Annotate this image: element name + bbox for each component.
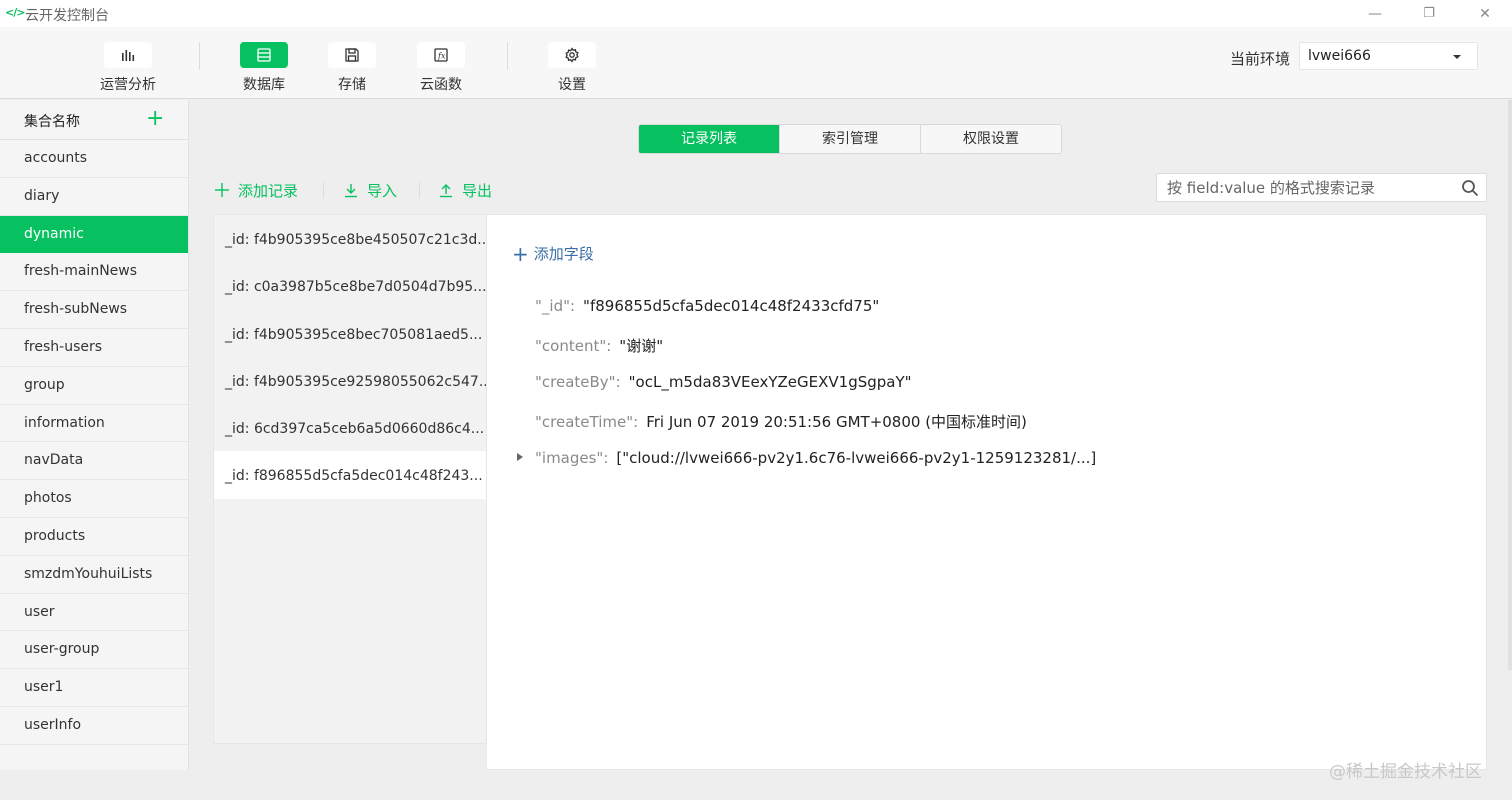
- expand-arrow-icon[interactable]: [517, 453, 523, 461]
- toolbar-item-label: 设置: [558, 77, 586, 93]
- record-item-selected[interactable]: _id: f896855d5cfa5dec014c48f243...: [214, 451, 486, 499]
- sidebar-item-userinfo[interactable]: userInfo: [0, 707, 188, 745]
- toolbar-item-label: 云函数: [420, 77, 462, 93]
- sidebar-item-dynamic[interactable]: dynamic: [0, 215, 188, 254]
- sidebar-item-fresh-subnews[interactable]: fresh-subNews: [0, 291, 188, 329]
- add-field-label: 添加字段: [533, 245, 594, 263]
- watermark: @稀土掘金技术社区: [1329, 762, 1482, 782]
- field-value: Fri Jun 07 2019 20:51:56 GMT+0800 (中国标准时…: [646, 413, 1027, 431]
- sidebar-item-photos[interactable]: photos: [0, 480, 188, 518]
- collection-sidebar: 集合名称 + accounts diary dynamic fresh-main…: [0, 100, 189, 770]
- toolbar-item-analytics[interactable]: 运营分析: [88, 27, 168, 99]
- record-item[interactable]: _id: c0a3987b5ce8be7d0504d7b95...: [214, 262, 486, 309]
- sidebar-item-fresh-mainnews[interactable]: fresh-mainNews: [0, 253, 188, 292]
- sidebar-item-products[interactable]: products: [0, 518, 188, 556]
- close-button[interactable]: ✕: [1462, 0, 1508, 27]
- field-row-content[interactable]: "content": "谢谢": [535, 335, 663, 356]
- minimize-button[interactable]: —: [1352, 0, 1398, 27]
- toolbar-item-label: 数据库: [243, 77, 285, 93]
- record-detail: + 添加字段 "_id": "f896855d5cfa5dec014c48f243…: [487, 214, 1487, 770]
- field-row-createby[interactable]: "createBy": "ocL_m5da83VEexYZeGEXV1gSgpaY…: [535, 373, 912, 391]
- database-icon: [240, 42, 288, 68]
- chevron-down-icon: [1453, 55, 1461, 59]
- field-row-createtime[interactable]: "createTime": Fri Jun 07 2019 20:51:56 GM…: [535, 411, 1027, 432]
- vertical-scrollbar[interactable]: [1508, 100, 1512, 670]
- env-label: 当前环境: [1230, 50, 1291, 68]
- tab-permissions[interactable]: 权限设置: [920, 125, 1061, 153]
- sidebar-item-group[interactable]: group: [0, 367, 188, 405]
- export-label: 导出: [462, 181, 493, 200]
- plus-icon: [215, 183, 229, 197]
- restore-button[interactable]: ❐: [1406, 0, 1452, 27]
- add-record-label: 添加记录: [238, 181, 299, 200]
- action-divider: [323, 182, 324, 198]
- field-key: "content":: [535, 337, 612, 355]
- field-key: "_id":: [535, 297, 576, 315]
- sidebar-item-smzdmyouhuilists[interactable]: smzdmYouhuiLists: [0, 556, 188, 594]
- add-field-button[interactable]: + 添加字段: [512, 243, 594, 264]
- sidebar-item-accounts[interactable]: accounts: [0, 140, 188, 178]
- app-logo-icon: </>: [5, 6, 25, 19]
- field-key: "createTime":: [535, 413, 639, 431]
- field-value: "f896855d5cfa5dec014c48f2433cfd75": [583, 297, 880, 315]
- add-collection-button[interactable]: +: [146, 108, 164, 130]
- tab-indexes[interactable]: 索引管理: [779, 125, 920, 153]
- sidebar-item-fresh-users[interactable]: fresh-users: [0, 329, 188, 367]
- field-row-images[interactable]: "images": ["cloud://lvwei666-pv2y1.6c76-l…: [535, 449, 1096, 467]
- svg-text:fx: fx: [437, 52, 446, 61]
- field-value: "ocL_m5da83VEexYZeGEXV1gSgpaY": [628, 373, 912, 391]
- record-search: [1156, 173, 1487, 202]
- toolbar-item-settings[interactable]: 设置: [532, 27, 612, 99]
- save-icon: [328, 42, 376, 68]
- record-item[interactable]: _id: f4b905395ce8be450507c21c3d...: [214, 215, 486, 262]
- title-bar: </> 云开发控制台 — ❐ ✕: [0, 0, 1512, 27]
- sidebar-item-user1[interactable]: user1: [0, 669, 188, 707]
- env-select-value: lvwei666: [1308, 48, 1371, 64]
- toolbar-item-database[interactable]: 数据库: [224, 27, 304, 99]
- field-value: ["cloud://lvwei666-pv2y1.6c76-lvwei666-p…: [616, 449, 1097, 467]
- main-toolbar: 运营分析 数据库 存储 fx 云函数 设置 当前环境 lvwei666: [0, 27, 1512, 99]
- search-input[interactable]: [1167, 178, 1447, 198]
- action-divider: [419, 182, 420, 198]
- record-item[interactable]: _id: f4b905395ce92598055062c547...: [214, 357, 486, 404]
- main-panel: 记录列表 索引管理 权限设置 添加记录 导入 导出 _id: f4b905395…: [189, 100, 1512, 770]
- field-row-id[interactable]: "_id": "f896855d5cfa5dec014c48f2433cfd75": [535, 297, 879, 315]
- collection-list: accounts diary dynamic fresh-mainNews fr…: [0, 140, 188, 745]
- search-icon[interactable]: [1461, 179, 1479, 197]
- sidebar-item-diary[interactable]: diary: [0, 178, 188, 216]
- gear-icon: [548, 42, 596, 68]
- toolbar-item-label: 存储: [338, 77, 366, 93]
- upload-icon: [440, 184, 452, 198]
- bar-chart-icon: [104, 42, 152, 68]
- sidebar-item-user[interactable]: user: [0, 594, 188, 632]
- window-title: 云开发控制台: [25, 8, 109, 24]
- toolbar-divider: [199, 42, 200, 70]
- sidebar-title: 集合名称: [24, 114, 80, 130]
- toolbar-item-label: 运营分析: [100, 77, 156, 93]
- toolbar-item-functions[interactable]: fx 云函数: [401, 27, 481, 99]
- view-tabs: 记录列表 索引管理 权限设置: [638, 124, 1062, 154]
- tab-records[interactable]: 记录列表: [639, 125, 779, 153]
- toolbar-divider: [507, 42, 508, 70]
- sidebar-item-navdata[interactable]: navData: [0, 442, 188, 481]
- function-icon: fx: [417, 42, 465, 68]
- record-list: _id: f4b905395ce8be450507c21c3d... _id: …: [213, 214, 487, 744]
- export-button[interactable]: 导出: [438, 179, 492, 201]
- sidebar-item-information[interactable]: information: [0, 405, 188, 443]
- import-button[interactable]: 导入: [343, 179, 397, 201]
- field-key: "createBy":: [535, 373, 621, 391]
- field-key: "images":: [535, 449, 609, 467]
- record-item[interactable]: _id: f4b905395ce8bec705081aed5...: [214, 310, 486, 357]
- add-record-button[interactable]: 添加记录: [214, 179, 298, 201]
- record-item[interactable]: _id: 6cd397ca5ceb6a5d0660d86c4...: [214, 404, 486, 451]
- plus-icon: +: [512, 241, 529, 266]
- env-select[interactable]: lvwei666: [1299, 42, 1478, 70]
- sidebar-item-user-group[interactable]: user-group: [0, 631, 188, 670]
- import-label: 导入: [367, 181, 398, 200]
- toolbar-item-storage[interactable]: 存储: [312, 27, 392, 99]
- download-icon: [345, 184, 357, 198]
- field-value: "谢谢": [619, 337, 664, 355]
- sidebar-header: 集合名称 +: [0, 100, 188, 140]
